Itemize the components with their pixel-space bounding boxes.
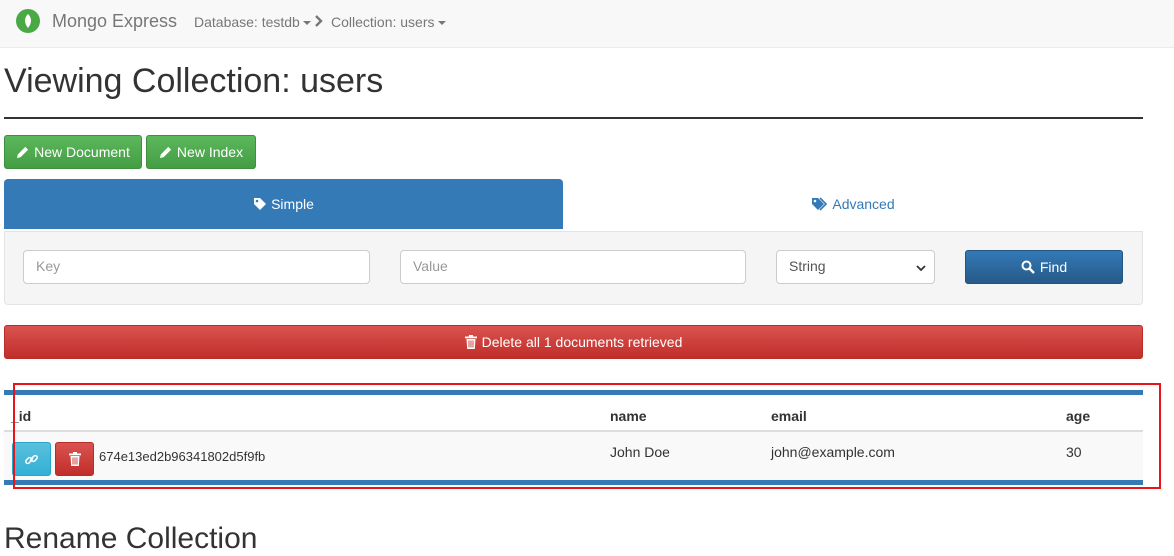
find-label: Find [1039, 259, 1068, 275]
new-index-button[interactable]: New Index [146, 135, 256, 169]
collection-crumb-label: Collection: users [331, 14, 435, 30]
type-select[interactable]: String [776, 250, 935, 284]
delete-all-button[interactable]: Delete all 1 documents retrieved [4, 325, 1143, 359]
view-document-button[interactable] [12, 442, 51, 476]
pencil-icon [159, 146, 171, 158]
trash-icon [68, 452, 81, 466]
column-header-id: _id [11, 408, 32, 424]
search-icon [1021, 260, 1035, 274]
tab-simple[interactable]: Simple [4, 179, 563, 229]
documents-table: _id name email age 674e13ed2b96341802d5f… [4, 390, 1143, 485]
tab-simple-label: Simple [271, 196, 314, 212]
chevron-down-icon [916, 265, 926, 272]
brand-link[interactable]: Mongo Express [52, 11, 177, 32]
trash-icon [464, 335, 477, 349]
title-divider [4, 117, 1143, 119]
caret-down-icon [302, 21, 311, 26]
table-bottom-border [4, 480, 1143, 485]
key-input[interactable]: Key [23, 250, 370, 284]
table-header: _id name email age [4, 395, 1143, 432]
pencil-icon [17, 146, 29, 158]
cell-age: 30 [1066, 444, 1082, 460]
chevron-right-icon [315, 15, 323, 27]
new-document-button[interactable]: New Document [4, 135, 142, 169]
caret-down-icon [437, 21, 446, 26]
database-crumb-label: Database: testdb [194, 14, 300, 30]
leaf-icon[interactable] [16, 9, 40, 33]
cell-name: John Doe [610, 444, 670, 460]
value-input[interactable]: Value [400, 250, 746, 284]
tab-advanced[interactable]: Advanced [563, 179, 1143, 229]
page-title: Viewing Collection: users [4, 62, 384, 100]
navbar: Mongo Express Database: testdb Collectio… [0, 0, 1174, 48]
type-select-value: String [789, 258, 826, 274]
collection-dropdown[interactable]: Collection: users [331, 14, 446, 30]
table-row[interactable]: 674e13ed2b96341802d5f9fb John Doe john@e… [4, 432, 1143, 480]
cell-email: john@example.com [771, 444, 895, 460]
rename-collection-title: Rename Collection [4, 522, 258, 555]
key-placeholder: Key [36, 258, 61, 274]
database-dropdown[interactable]: Database: testdb [194, 14, 311, 30]
tags-icon [812, 197, 828, 211]
column-header-name: name [610, 408, 647, 424]
column-header-email: email [771, 408, 807, 424]
cell-id[interactable]: 674e13ed2b96341802d5f9fb [99, 449, 265, 464]
tag-icon [254, 198, 267, 210]
delete-document-button[interactable] [55, 442, 94, 476]
delete-all-label: Delete all 1 documents retrieved [481, 334, 683, 350]
tab-advanced-label: Advanced [832, 196, 895, 212]
column-header-age: age [1066, 408, 1091, 424]
value-placeholder: Value [413, 258, 448, 274]
new-index-label: New Index [176, 144, 244, 160]
new-document-label: New Document [34, 144, 130, 160]
link-icon [25, 454, 38, 464]
find-button[interactable]: Find [965, 250, 1123, 284]
